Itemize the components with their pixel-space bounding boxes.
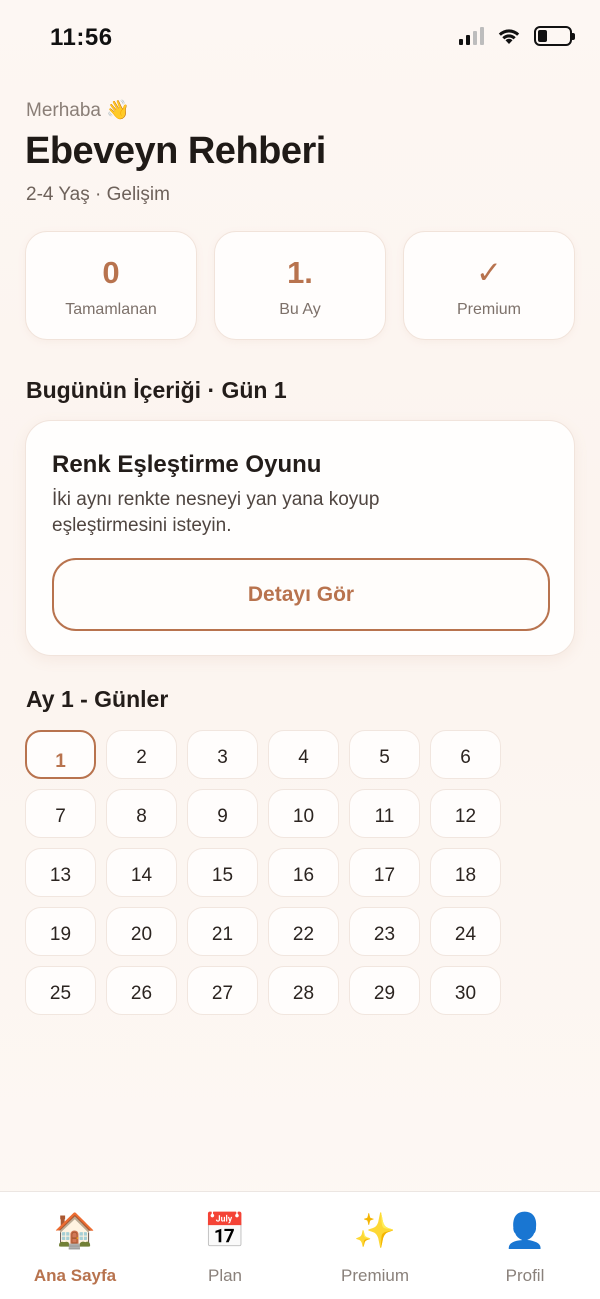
day-button-17[interactable]: 17 [349, 848, 420, 897]
day-button-1[interactable]: 1 [25, 730, 96, 779]
day-button-16[interactable]: 16 [268, 848, 339, 897]
day-button-30[interactable]: 30 [430, 966, 501, 1015]
day-button-22[interactable]: 22 [268, 907, 339, 956]
sparkles-icon: ✨ [353, 1212, 397, 1250]
wifi-icon [498, 29, 520, 44]
day-button-12[interactable]: 12 [430, 789, 501, 838]
day-button-24[interactable]: 24 [430, 907, 501, 956]
tab-label: Premium [340, 1266, 409, 1285]
day-button-19[interactable]: 19 [25, 907, 96, 956]
day-button-21[interactable]: 21 [187, 907, 258, 956]
day-button-27[interactable]: 27 [187, 966, 258, 1015]
stat-card-completed: 0 Tamamlanan [25, 231, 197, 340]
stat-card-premium: ✓ Premium [403, 231, 575, 340]
tab-label: Profil [505, 1266, 545, 1285]
house-icon: 🏠 [53, 1212, 97, 1250]
day-button-28[interactable]: 28 [268, 966, 339, 1015]
today-content-card: Renk Eşleştirme Oyunu İki aynı renkte ne… [25, 420, 575, 656]
days-grid: 1 2 3 4 5 6 7 8 9 10 11 12 13 14 15 16 17 18 19 20 21 22 23 24 2… [25, 730, 505, 1015]
day-button-26[interactable]: 26 [106, 966, 177, 1015]
day-button-11[interactable]: 11 [349, 789, 420, 838]
tab-profil[interactable]: 👤 Profil [450, 1192, 600, 1299]
status-time: 11:56 [50, 24, 113, 51]
day-button-8[interactable]: 8 [106, 789, 177, 838]
stat-card-this-month: 1. Bu Ay [214, 231, 386, 340]
greeting-text: Merhaba 👋 [26, 100, 130, 121]
stat-label: Bu Ay [279, 300, 321, 318]
day-button-3[interactable]: 3 [187, 730, 258, 779]
today-section-title: Bugünün İçeriği · Gün 1 [26, 377, 287, 403]
tab-label: Plan [207, 1266, 243, 1285]
day-button-29[interactable]: 29 [349, 966, 420, 1015]
person-icon: 👤 [503, 1212, 547, 1250]
tab-bar: 🏠 Ana Sayfa 📅 Plan ✨ Premium 👤 Profil [0, 1191, 600, 1299]
page-title: Ebeveyn Rehberi [25, 130, 326, 172]
stat-value: 1. [287, 254, 313, 290]
stat-label: Premium [456, 300, 521, 318]
day-button-20[interactable]: 20 [106, 907, 177, 956]
content-title: Renk Eşleştirme Oyunu [52, 451, 322, 478]
tab-premium[interactable]: ✨ Premium [300, 1192, 450, 1299]
stat-label: Tamamlanan [65, 300, 157, 318]
battery-icon [534, 26, 575, 46]
tab-plan[interactable]: 📅 Plan [150, 1192, 300, 1299]
checkmark-icon: ✓ [476, 254, 502, 290]
stats-row: 0 Tamamlanan 1. Bu Ay ✓ Premium [25, 231, 575, 340]
day-button-13[interactable]: 13 [25, 848, 96, 897]
stat-value: 0 [102, 254, 120, 290]
tab-ana-sayfa[interactable]: 🏠 Ana Sayfa [0, 1192, 150, 1299]
tab-label: Ana Sayfa [33, 1266, 117, 1285]
day-button-9[interactable]: 9 [187, 789, 258, 838]
day-button-6[interactable]: 6 [430, 730, 501, 779]
days-section-title: Ay 1 - Günler [26, 686, 169, 712]
status-icons [459, 26, 575, 46]
day-button-15[interactable]: 15 [187, 848, 258, 897]
content-description: İki aynı renkte nesneyi yan yana koyup e… [52, 489, 380, 536]
day-button-2[interactable]: 2 [106, 730, 177, 779]
day-button-25[interactable]: 25 [25, 966, 96, 1015]
view-detail-button[interactable]: Detayı Gör [52, 558, 550, 631]
cellular-signal-icon [459, 27, 484, 45]
day-button-7[interactable]: 7 [25, 789, 96, 838]
day-button-5[interactable]: 5 [349, 730, 420, 779]
day-button-10[interactable]: 10 [268, 789, 339, 838]
day-button-23[interactable]: 23 [349, 907, 420, 956]
day-button-4[interactable]: 4 [268, 730, 339, 779]
calendar-icon: 📅 [203, 1212, 247, 1250]
page-subtitle: 2-4 Yaş · Gelişim [26, 184, 170, 205]
day-button-18[interactable]: 18 [430, 848, 501, 897]
day-button-14[interactable]: 14 [106, 848, 177, 897]
status-bar: 11:56 [0, 0, 600, 78]
